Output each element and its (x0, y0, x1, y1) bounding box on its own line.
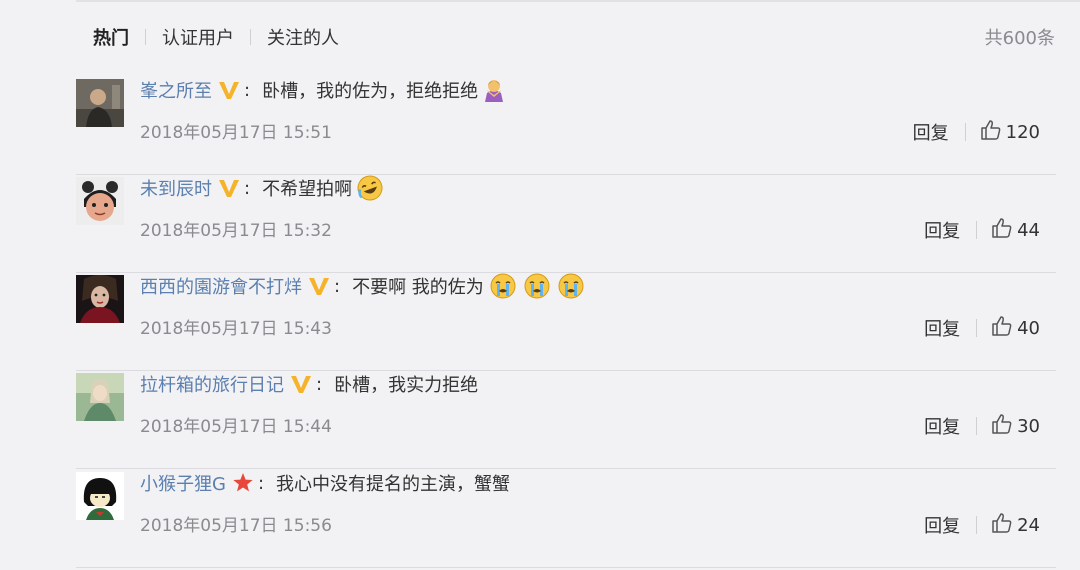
crying-face-icon (488, 272, 518, 300)
comment-text: 卧槽，我实力拒绝 (334, 375, 479, 396)
comment-timestamp: 2018年05月17日 15:32 (140, 221, 332, 241)
username-link[interactable]: 西西的園游會不打烊 (140, 273, 302, 299)
comment-actions: 回复 120 (913, 119, 1040, 146)
action-divider (976, 319, 978, 337)
like-count: 40 (1017, 317, 1040, 339)
tab-verified-users[interactable]: 认证用户 (162, 24, 234, 50)
comment-line: 峯之所至 : 卧槽，我的佐为，拒绝拒绝 (140, 76, 506, 104)
avatar[interactable] (76, 177, 124, 225)
like-count: 120 (1005, 121, 1040, 143)
action-divider (964, 123, 966, 141)
crying-face-icon (522, 272, 552, 300)
action-divider (976, 516, 978, 534)
reply-button[interactable]: 回复 (924, 315, 960, 341)
like-button[interactable]: 44 (991, 217, 1040, 244)
avatar[interactable] (76, 275, 124, 323)
username-link[interactable]: 小猴子狸G (140, 470, 226, 496)
reply-button[interactable]: 回复 (913, 119, 949, 145)
red-star-icon (232, 472, 254, 494)
comment-item: 西西的園游會不打烊 : 不要啊 我的佐为 2018年05月17日 15:43 回… (76, 272, 1056, 371)
comment-item: 未到辰时 : 不希望拍啊 2018年05月17日 15:32 回复 44 (76, 174, 1056, 273)
reply-button[interactable]: 回复 (924, 413, 960, 439)
tab-hot[interactable]: 热门 (93, 24, 129, 50)
thumbs-up-icon (991, 217, 1013, 244)
like-count: 24 (1017, 514, 1040, 536)
comment-filter-bar: 热门 认证用户 关注的人 共600条 (93, 24, 1055, 50)
thumbs-up-icon (991, 413, 1013, 440)
reply-button[interactable]: 回复 (924, 217, 960, 243)
thumbs-up-icon (980, 119, 1002, 146)
avatar[interactable] (76, 79, 124, 127)
comment-text: 卧槽，我的佐为，拒绝拒绝 (262, 81, 479, 102)
tab-divider (145, 29, 146, 45)
tab-following[interactable]: 关注的人 (267, 24, 339, 50)
username-link[interactable]: 拉杆箱的旅行日记 (140, 371, 284, 397)
thumbs-up-icon (991, 315, 1013, 342)
comment-actions: 回复 44 (924, 217, 1040, 244)
comment-actions: 回复 30 (924, 413, 1040, 440)
top-divider (76, 0, 1080, 2)
comment-item: 峯之所至 : 卧槽，我的佐为，拒绝拒绝 2018年05月17日 15:51 回复… (76, 76, 1056, 175)
avatar[interactable] (76, 373, 124, 421)
comment-text: 我心中没有提名的主演，蟹蟹 (276, 474, 511, 495)
username-link[interactable]: 峯之所至 (140, 77, 212, 103)
like-button[interactable]: 24 (991, 512, 1040, 539)
total-comment-count: 共600条 (984, 28, 1055, 49)
verified-v-icon (218, 80, 240, 100)
comment-timestamp: 2018年05月17日 15:51 (140, 123, 332, 143)
comment-timestamp: 2018年05月17日 15:56 (140, 516, 332, 536)
username-link[interactable]: 未到辰时 (140, 175, 212, 201)
comment-actions: 回复 24 (924, 512, 1040, 539)
comment-line: 拉杆箱的旅行日记 : 卧槽，我实力拒绝 (140, 370, 478, 398)
comment-line: 西西的園游會不打烊 : 不要啊 我的佐为 (140, 272, 586, 300)
comment-line: 小猴子狸G : 我心中没有提名的主演，蟹蟹 (140, 469, 510, 497)
like-button[interactable]: 30 (991, 413, 1040, 440)
avatar[interactable] (76, 472, 124, 520)
comment-text: 不要啊 我的佐为 (352, 277, 484, 298)
crying-laughing-icon (356, 174, 384, 202)
thumbs-up-icon (991, 512, 1013, 539)
comment-item: 拉杆箱的旅行日记 : 卧槽，我实力拒绝 2018年05月17日 15:44 回复… (76, 370, 1056, 469)
comment-timestamp: 2018年05月17日 15:43 (140, 319, 332, 339)
verified-v-icon (218, 178, 240, 198)
tab-divider (250, 29, 251, 45)
comment-item: 小猴子狸G : 我心中没有提名的主演，蟹蟹 2018年05月17日 15:56 … (76, 469, 1056, 568)
comment-actions: 回复 40 (924, 315, 1040, 342)
woman-gesturing-no-icon (482, 78, 506, 102)
comment-line: 未到辰时 : 不希望拍啊 (140, 174, 384, 202)
like-count: 30 (1017, 415, 1040, 437)
reply-button[interactable]: 回复 (924, 512, 960, 538)
like-button[interactable]: 40 (991, 315, 1040, 342)
verified-v-icon (308, 276, 330, 296)
comment-timestamp: 2018年05月17日 15:44 (140, 417, 332, 437)
action-divider (976, 417, 978, 435)
crying-face-icon (556, 272, 586, 300)
verified-v-icon (290, 374, 312, 394)
like-count: 44 (1017, 219, 1040, 241)
action-divider (976, 221, 978, 239)
comment-text: 不希望拍啊 (262, 179, 353, 200)
like-button[interactable]: 120 (980, 119, 1040, 146)
